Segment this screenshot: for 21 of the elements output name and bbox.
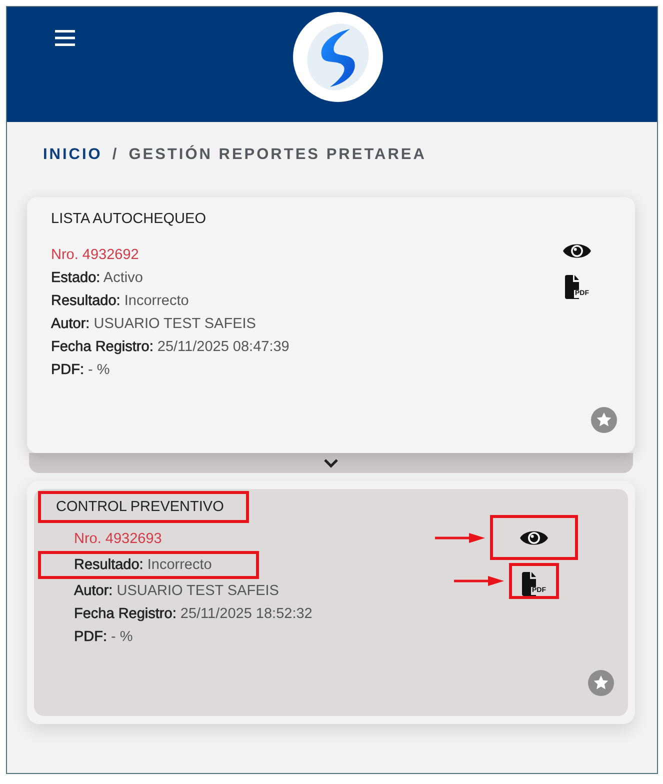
report-number: Nro. 4932692 — [51, 247, 140, 263]
report-title: LISTA AUTOCHEQUEO — [51, 211, 206, 227]
menu-icon[interactable] — [55, 30, 75, 46]
field-text: PDF: - % — [74, 629, 133, 645]
field-text: Autor: USUARIO TEST SAFEIS — [74, 583, 279, 599]
field-text: Resultado: Incorrecto — [74, 557, 212, 573]
field-text: Resultado: Incorrecto — [51, 293, 189, 309]
report-number: Nro. 4932693 — [74, 531, 163, 547]
logo-icon — [292, 11, 384, 103]
page-title: GESTIÓN REPORTES PRETAREA — [128, 146, 426, 164]
arrow — [454, 576, 504, 586]
arrow — [435, 532, 485, 542]
field-text: Autor: USUARIO TEST SAFEIS — [51, 316, 256, 332]
breadcrumb-separator: / — [112, 146, 119, 164]
field-text: PDF: - % — [51, 362, 110, 378]
field-text: Estado: Activo — [51, 270, 143, 286]
field-text: Fecha Registro: 25/11/2025 08:47:39 — [51, 339, 290, 355]
field-text: Fecha Registro: 25/11/2025 18:52:32 — [74, 606, 312, 622]
chevron-down-icon[interactable] — [323, 458, 339, 468]
breadcrumb-link[interactable]: INICIO — [43, 146, 102, 164]
report-title: CONTROL PREVENTIVO — [56, 499, 224, 515]
